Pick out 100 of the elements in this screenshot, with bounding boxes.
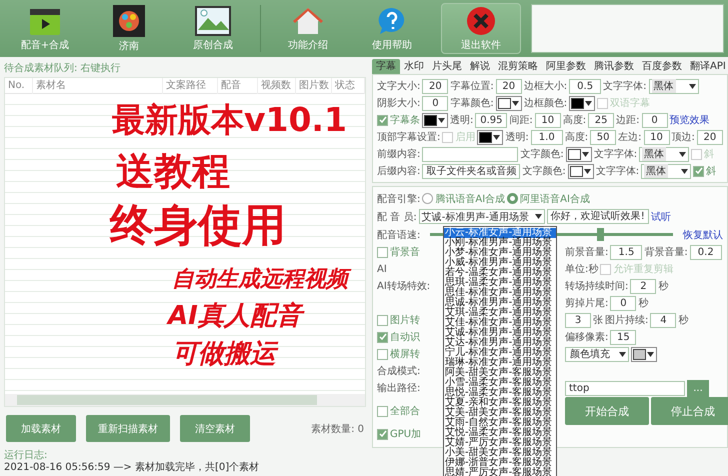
checkbox[interactable]: 横屏转 bbox=[377, 347, 420, 361]
checkbox[interactable]: 图片转 bbox=[377, 313, 420, 327]
number-field[interactable]: 3 bbox=[565, 312, 591, 328]
color-picker[interactable] bbox=[566, 146, 592, 162]
dropdown-arrow-icon bbox=[512, 100, 519, 106]
tab[interactable]: 片头尾 bbox=[428, 59, 466, 74]
voice-option[interactable]: 艾夏-亲和女声-客服场景 bbox=[444, 398, 556, 408]
voice-option[interactable]: 思悦-温柔女声-客服场景 bbox=[444, 388, 556, 398]
number-field[interactable]: 4 bbox=[650, 312, 676, 328]
dropdown-arrow-icon bbox=[688, 84, 696, 88]
color-picker[interactable] bbox=[422, 112, 448, 128]
number-field[interactable]: 0.5 bbox=[569, 78, 602, 94]
field-label: AI bbox=[377, 264, 387, 274]
field-label: 间距: bbox=[509, 114, 533, 127]
number-field[interactable]: 10 bbox=[644, 130, 670, 144]
font-select[interactable]: 颜色填充 bbox=[565, 346, 629, 362]
voice-option[interactable]: 小刚-标准男声-通用场景 bbox=[444, 238, 556, 248]
voice-option[interactable]: 小梦-标准女声-通用场景 bbox=[444, 248, 556, 258]
field-label: 高度: bbox=[564, 130, 588, 144]
voice-option[interactable]: 艾雨-自然女声-客服场景 bbox=[444, 418, 556, 428]
font-select[interactable]: 黑体 bbox=[648, 78, 698, 94]
voice-option[interactable]: 思诚-标准男声-通用场景 bbox=[444, 298, 556, 308]
font-select[interactable]: 黑体 bbox=[639, 146, 690, 162]
checkbox[interactable]: 自动识 bbox=[377, 330, 420, 344]
dropdown-arrow-icon bbox=[679, 152, 686, 156]
voice-option[interactable]: 艾美-甜美女声-客服场景 bbox=[444, 408, 556, 418]
link[interactable]: 试听 bbox=[650, 210, 671, 224]
number-field[interactable]: 2 bbox=[630, 278, 656, 294]
field-label: 边框颜色: bbox=[524, 96, 568, 110]
voice-option[interactable]: 思琪-温柔女声-通用场景 bbox=[444, 278, 556, 288]
field-label: 文字大小: bbox=[377, 80, 420, 93]
number-field[interactable]: 0 bbox=[422, 96, 448, 110]
tab[interactable]: 阿里参数 bbox=[542, 59, 590, 74]
tab[interactable]: 混剪策略 bbox=[494, 59, 542, 74]
tab[interactable]: 字幕 bbox=[372, 59, 400, 74]
checkbox[interactable]: 背景音 bbox=[377, 245, 420, 259]
voice-option[interactable]: 阿美-甜美女声-客服场景 bbox=[444, 368, 556, 378]
voice-option[interactable]: 艾悦-温柔女声-客服场景 bbox=[444, 428, 556, 438]
horizontal-scrollbar[interactable] bbox=[5, 394, 365, 406]
radio-button[interactable]: 阿里语音AI合成 bbox=[507, 192, 590, 206]
number-field[interactable]: 20 bbox=[496, 78, 522, 94]
color-picker[interactable] bbox=[568, 164, 594, 178]
voice-option[interactable]: 艾佳-标准女声-通用场景 bbox=[444, 318, 556, 328]
text-field[interactable]: 你好，欢迎试听效果! bbox=[546, 209, 649, 224]
log-title: 运行日志: bbox=[4, 450, 48, 462]
number-field[interactable]: 50 bbox=[590, 130, 616, 144]
number-field[interactable]: 0.2 bbox=[690, 244, 722, 260]
number-field[interactable]: 15 bbox=[610, 330, 636, 344]
voice-select[interactable]: 艾诚-标准男声-通用场景 bbox=[418, 209, 545, 224]
text-field[interactable] bbox=[422, 146, 518, 162]
text-field[interactable]: 取子文件夹名或音频 bbox=[422, 164, 520, 178]
dropdown-arrow-icon bbox=[438, 118, 445, 122]
field-label: 文字字体: bbox=[594, 148, 638, 161]
tab[interactable]: 解说 bbox=[466, 59, 494, 74]
number-field[interactable]: 10 bbox=[534, 112, 561, 128]
color-picker[interactable] bbox=[496, 96, 522, 110]
voice-option[interactable]: 瑞琳-标准女声-通用场景 bbox=[444, 358, 556, 368]
checkbox[interactable]: 全部合 bbox=[377, 404, 420, 418]
number-field[interactable]: 20 bbox=[422, 78, 448, 94]
voice-option[interactable]: 小雪-温柔女声-客服场景 bbox=[444, 378, 556, 388]
voice-option[interactable]: 伊娜-浙普女声-客服场景 bbox=[444, 458, 556, 468]
field-label: 顶部字幕设置: bbox=[377, 130, 440, 144]
tab[interactable]: 翻译API bbox=[686, 59, 728, 74]
path-field[interactable]: ttop bbox=[565, 380, 685, 396]
color-picker[interactable] bbox=[569, 96, 596, 110]
checkbox[interactable]: 字幕条 bbox=[377, 113, 420, 127]
tab[interactable]: 水印 bbox=[400, 59, 428, 74]
voice-option[interactable]: 艾达-标准男声-通用场景 bbox=[444, 338, 556, 348]
voice-option[interactable]: 思佳-标准女声-通用场景 bbox=[444, 288, 556, 298]
field-label: 剪掉片尾: bbox=[565, 296, 608, 310]
number-field[interactable]: 1.0 bbox=[530, 130, 563, 144]
checkbox[interactable]: 斜 bbox=[693, 164, 716, 178]
number-field[interactable]: 1.5 bbox=[610, 244, 642, 260]
color-picker[interactable] bbox=[631, 346, 657, 362]
promo-text: 送教程 bbox=[116, 148, 230, 195]
voice-option[interactable]: 艾婧-严厉女声-客服场景 bbox=[444, 438, 556, 448]
number-field[interactable]: 25 bbox=[588, 112, 614, 128]
voice-option[interactable]: 艾琪-温柔女声-通用场景 bbox=[444, 308, 556, 318]
voice-option[interactable]: 艾诚-标准男声-通用场景 bbox=[444, 328, 556, 338]
field-label: 文字颜色: bbox=[520, 148, 564, 161]
voice-option[interactable]: 若兮-温柔女声-通用场景 bbox=[444, 268, 556, 278]
radio-button[interactable]: 腾讯语音AI合成 bbox=[422, 192, 506, 206]
number-field[interactable]: 0.95 bbox=[475, 112, 508, 128]
link[interactable]: 预览效果 bbox=[670, 113, 710, 127]
color-picker[interactable] bbox=[477, 130, 504, 144]
link[interactable]: 恢复默认 bbox=[683, 228, 723, 242]
tab[interactable]: 腾讯参数 bbox=[590, 59, 638, 74]
field-label: 单位:秒 bbox=[565, 262, 598, 276]
number-field[interactable]: 0 bbox=[642, 112, 668, 128]
field-label: 张 bbox=[593, 314, 603, 327]
dropdown-arrow-icon bbox=[681, 168, 688, 174]
checkbox[interactable]: GPU加 bbox=[377, 427, 422, 441]
number-field[interactable]: 20 bbox=[696, 130, 723, 144]
voice-option[interactable]: 小美-甜美女声-客服场景 bbox=[444, 448, 556, 458]
voice-dropdown-menu[interactable] bbox=[443, 226, 557, 476]
voice-option[interactable]: 宁儿-标准女声-通用场景 bbox=[444, 348, 556, 358]
voice-option[interactable]: 小威-标准男声-通用场景 bbox=[444, 258, 556, 268]
font-select[interactable]: 黑体 bbox=[641, 164, 692, 178]
tab[interactable]: 百度参数 bbox=[638, 59, 686, 74]
number-field[interactable]: 0 bbox=[610, 296, 636, 310]
